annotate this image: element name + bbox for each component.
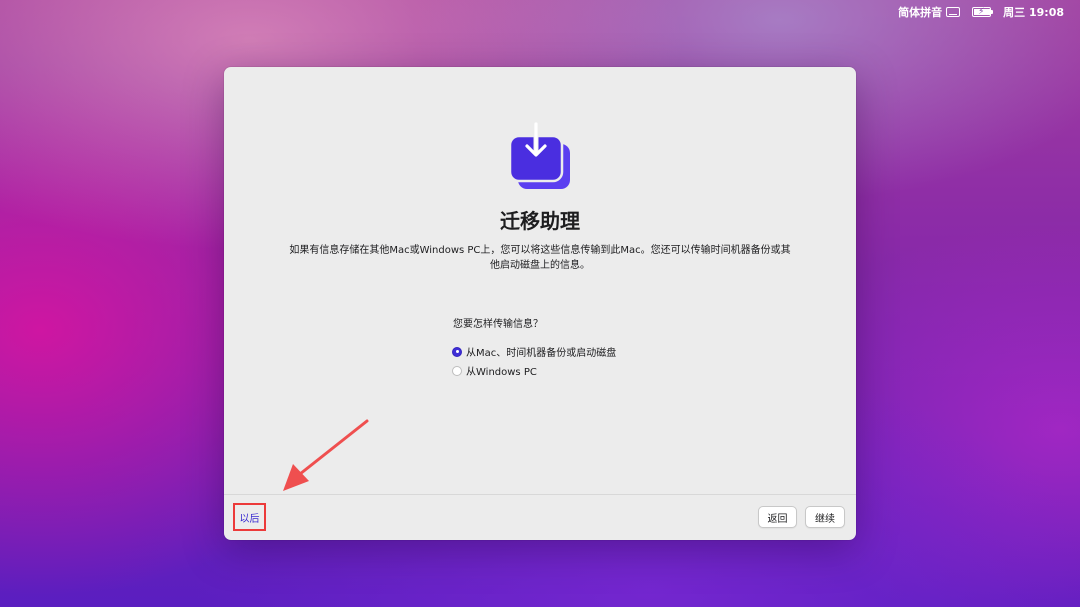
input-method-menu[interactable]: 简体拼音: [898, 4, 961, 20]
keyboard-icon: [946, 7, 961, 17]
option-from-windows-pc[interactable]: 从Windows PC: [452, 361, 616, 380]
later-button[interactable]: 以后: [233, 503, 266, 531]
option-from-mac[interactable]: 从Mac、时间机器备份或启动磁盘: [452, 342, 616, 361]
menubar-clock[interactable]: 周三 19:08: [1003, 4, 1064, 20]
intro-description: 如果有信息存储在其他Mac或Windows PC上，您可以将这些信息传输到此Ma…: [289, 245, 791, 271]
later-label: 以后: [239, 513, 260, 525]
charging-bolt-icon: ⚡: [978, 7, 985, 17]
option-label: 从Windows PC: [466, 367, 537, 378]
battery-charging-icon[interactable]: ⚡: [972, 7, 994, 17]
migration-assistant-window: 迁移助理 如果有信息存储在其他Mac或Windows PC上，您可以将这些信息传…: [224, 67, 856, 540]
migration-assistant-icon: [508, 122, 570, 189]
window-title: 迁移助理: [500, 209, 580, 233]
transfer-question: 您要怎样传输信息？: [453, 319, 543, 330]
transfer-source-options: 从Mac、时间机器备份或启动磁盘 从Windows PC: [452, 342, 616, 380]
footer-divider: [224, 494, 856, 495]
menu-bar: 简体拼音 ⚡ 周三 19:08: [0, 0, 1080, 24]
input-method-label: 简体拼音: [898, 6, 943, 19]
back-button[interactable]: 返回: [758, 506, 797, 528]
back-label: 返回: [767, 513, 788, 525]
continue-button[interactable]: 继续: [805, 506, 845, 528]
option-label: 从Mac、时间机器备份或启动磁盘: [466, 348, 617, 359]
continue-label: 继续: [815, 513, 835, 525]
desktop-wallpaper: 简体拼音 ⚡ 周三 19:08 迁移助理 如果有信息存储在其他Mac或Windo…: [0, 0, 1080, 607]
radio-unselected-icon[interactable]: [452, 365, 462, 376]
radio-selected-icon[interactable]: [452, 346, 462, 357]
